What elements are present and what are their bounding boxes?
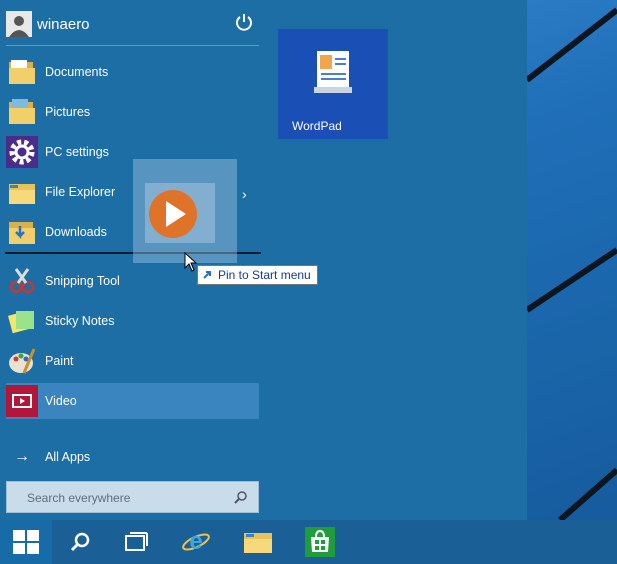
menu-item-label: Documents xyxy=(45,65,109,79)
user-name: winaero xyxy=(37,15,90,33)
chevron-right-icon[interactable]: › xyxy=(242,186,247,202)
downloads-folder-icon xyxy=(6,216,38,248)
task-view-button[interactable] xyxy=(112,520,160,564)
snipping-tool-icon xyxy=(6,265,38,297)
pin-icon xyxy=(203,271,211,279)
gear-icon xyxy=(6,136,38,168)
menu-item-label: Pictures xyxy=(45,105,91,119)
menu-item-pictures[interactable]: Pictures xyxy=(6,94,259,130)
tooltip-label: Pin to Start menu xyxy=(218,268,311,282)
pin-tooltip: Pin to Start menu xyxy=(197,265,318,285)
menu-item-label: Video xyxy=(45,394,77,408)
sticky-notes-icon xyxy=(6,305,38,337)
divider xyxy=(6,45,259,46)
paint-palette-icon xyxy=(6,345,38,377)
search-icon[interactable] xyxy=(234,490,248,504)
store-icon xyxy=(305,527,335,557)
tile-label: WordPad xyxy=(292,119,342,133)
documents-folder-icon xyxy=(6,56,38,88)
menu-item-sticky-notes[interactable]: Sticky Notes xyxy=(6,303,259,339)
menu-item-label: Paint xyxy=(45,354,74,368)
search-icon xyxy=(70,532,90,552)
dragged-video-icon[interactable] xyxy=(133,159,237,263)
folder-icon xyxy=(244,533,272,553)
file-explorer-icon xyxy=(6,176,38,208)
windows-logo-icon xyxy=(13,530,39,554)
start-button[interactable] xyxy=(0,520,52,564)
menu-item-label: Sticky Notes xyxy=(45,314,115,328)
search-button[interactable] xyxy=(56,520,104,564)
internet-explorer-icon: e xyxy=(182,528,210,555)
menu-item-label: Downloads xyxy=(45,225,107,239)
start-menu: winaero Documents Pictures PC settings F… xyxy=(0,0,527,520)
menu-item-paint[interactable]: Paint xyxy=(6,343,259,379)
user-account[interactable]: winaero xyxy=(6,10,90,38)
file-explorer-button[interactable] xyxy=(234,520,282,564)
menu-item-label: Snipping Tool xyxy=(45,274,120,288)
search-input[interactable] xyxy=(7,482,249,514)
avatar xyxy=(6,11,32,37)
search-box[interactable] xyxy=(6,481,259,514)
mouse-cursor-icon xyxy=(184,252,198,272)
tile-wordpad[interactable]: WordPad xyxy=(278,29,388,139)
svg-text:e: e xyxy=(189,528,202,555)
pictures-folder-icon xyxy=(6,96,38,128)
task-view-icon xyxy=(125,532,148,551)
menu-item-label: PC settings xyxy=(45,145,109,159)
video-icon xyxy=(6,385,38,417)
internet-explorer-button[interactable]: e xyxy=(172,520,220,564)
all-apps-button[interactable]: → All Apps xyxy=(6,444,90,470)
power-button[interactable] xyxy=(234,12,254,32)
menu-item-video[interactable]: Video xyxy=(6,383,259,419)
menu-item-documents[interactable]: Documents xyxy=(6,54,259,90)
store-button[interactable] xyxy=(296,520,344,564)
taskbar: e xyxy=(0,520,617,564)
power-icon xyxy=(236,14,252,31)
arrow-right-icon: → xyxy=(14,448,30,465)
menu-item-label: File Explorer xyxy=(45,185,116,199)
all-apps-label: All Apps xyxy=(45,450,91,464)
